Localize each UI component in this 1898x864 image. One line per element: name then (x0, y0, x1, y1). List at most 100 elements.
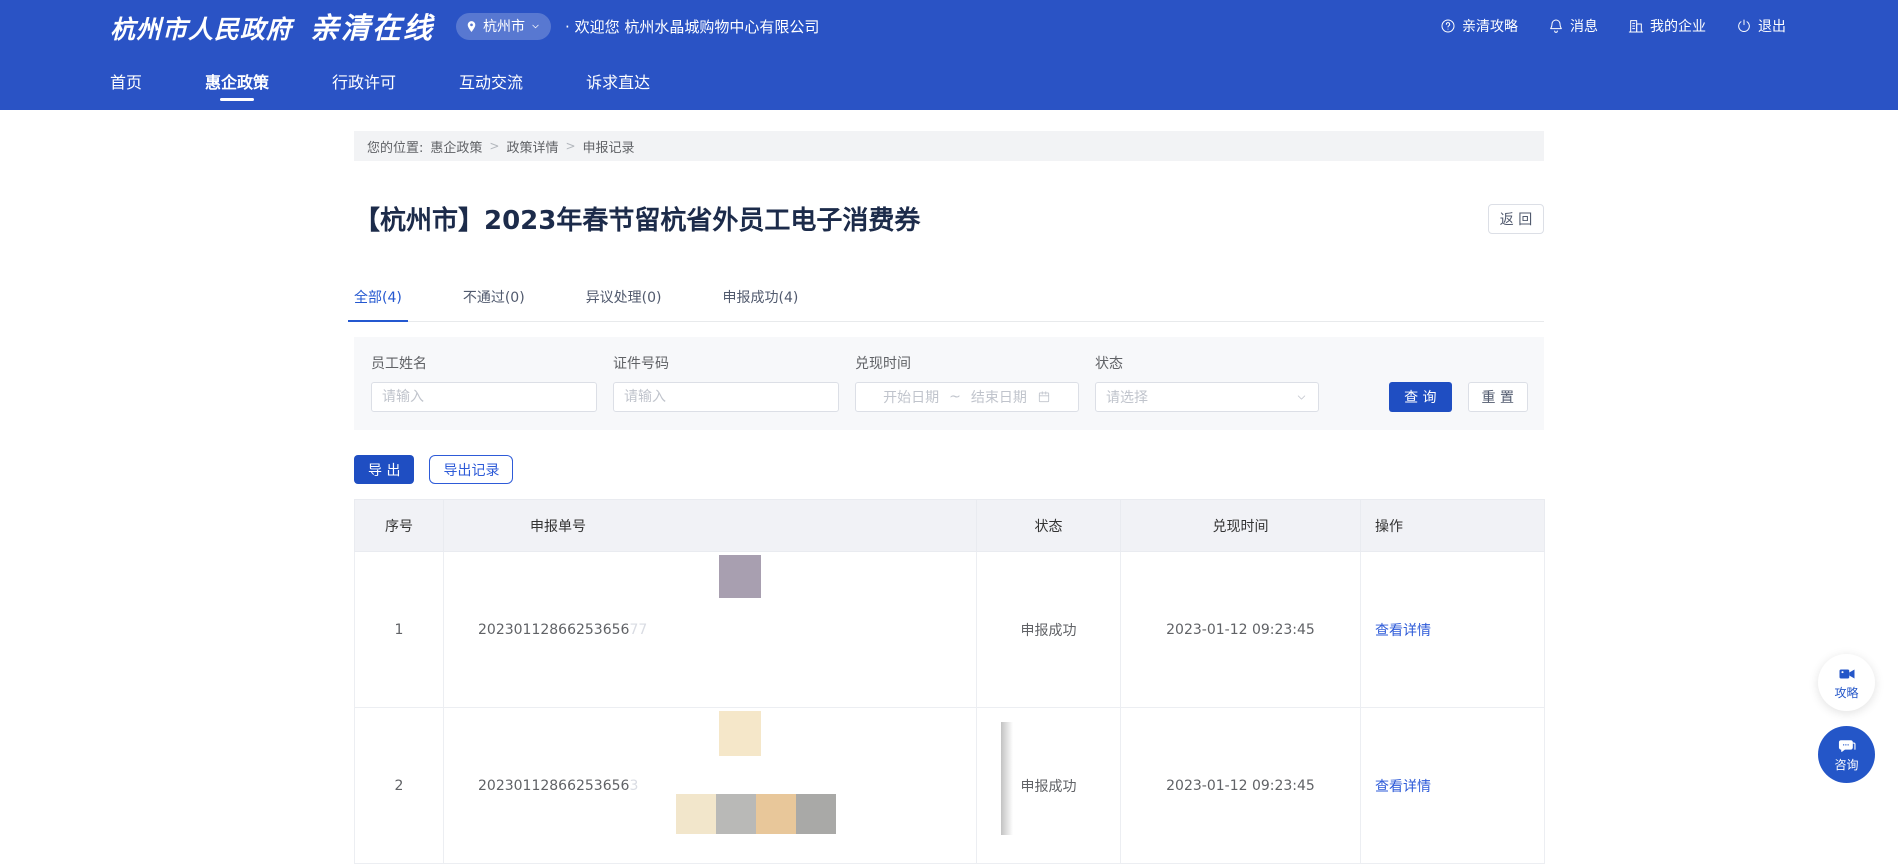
breadcrumb-item-policy-detail[interactable]: 政策详情 (506, 137, 558, 156)
start-date-placeholder[interactable]: 开始日期 (883, 387, 939, 407)
row-index: 2 (355, 708, 444, 864)
title-row: 【杭州市】2023年春节留杭省外员工电子消费券 返 回 (354, 200, 1544, 237)
status-select[interactable]: 请选择 (1095, 382, 1319, 412)
row-operation: 查看详情 (1361, 708, 1545, 864)
breadcrumb-separator: > (565, 139, 575, 153)
redaction-block (756, 794, 796, 834)
header-menu: 亲清攻略 消息 我的企业 退出 (1440, 16, 1786, 36)
video-camera-icon (1838, 665, 1856, 683)
row-operation: 查看详情 (1361, 552, 1545, 708)
building-icon (1628, 18, 1644, 34)
site-logo[interactable]: 杭州市人民政府 亲清在线 (110, 5, 434, 47)
main-content: 您的位置: 惠企政策 > 政策详情 > 申报记录 【杭州市】2023年春节留杭省… (354, 131, 1544, 864)
column-header-redeem-time: 兑现时间 (1121, 500, 1361, 552)
search-button[interactable]: 查 询 (1389, 382, 1451, 412)
export-button[interactable]: 导 出 (354, 455, 414, 484)
column-header-order-no: 申报单号 (444, 500, 977, 552)
location-label: 杭州市 (483, 16, 525, 36)
end-date-placeholder[interactable]: 结束日期 (971, 387, 1027, 407)
main-nav: 首页 惠企政策 行政许可 互动交流 诉求直达 (0, 52, 1898, 110)
floating-guide-button[interactable]: 攻略 (1818, 654, 1875, 711)
chevron-down-icon (1295, 391, 1308, 404)
row-status: 申报成功 (977, 708, 1121, 864)
nav-item-appeal[interactable]: 诉求直达 (586, 52, 650, 110)
menu-item-messages[interactable]: 消息 (1548, 16, 1598, 36)
chevron-down-icon (530, 21, 541, 32)
location-pin-icon (465, 20, 478, 33)
menu-item-guide[interactable]: 亲清攻略 (1440, 16, 1518, 36)
row-redeem-time: 2023-01-12 09:23:45 (1121, 552, 1361, 708)
location-selector[interactable]: 杭州市 (456, 13, 551, 40)
tab-dispute[interactable]: 异议处理(0) (586, 287, 662, 321)
breadcrumb-separator: > (489, 139, 499, 153)
tab-rejected[interactable]: 不通过(0) (463, 287, 525, 321)
redaction-block (796, 794, 836, 834)
page-title: 【杭州市】2023年春节留杭省外员工电子消费券 (354, 200, 920, 237)
field-id-number: 证件号码 (613, 353, 839, 412)
field-label: 员工姓名 (371, 353, 597, 373)
employee-name-input[interactable] (371, 382, 597, 412)
welcome-text: · 欢迎您 杭州水晶城购物中心有限公司 (565, 16, 819, 37)
menu-item-my-company[interactable]: 我的企业 (1628, 16, 1706, 36)
view-detail-link[interactable]: 查看详情 (1375, 779, 1431, 795)
menu-item-logout[interactable]: 退出 (1736, 16, 1786, 36)
tab-success[interactable]: 申报成功(4) (723, 287, 799, 321)
redaction-block (719, 555, 761, 598)
records-table: 序号 申报单号 状态 兑现时间 操作 1 2023011286625365677… (354, 499, 1545, 864)
id-number-input[interactable] (613, 382, 839, 412)
daterange-separator: ~ (949, 389, 961, 405)
order-no-faded-text: 3 (629, 778, 638, 794)
menu-item-label: 亲清攻略 (1462, 16, 1518, 36)
site-header: 杭州市人民政府 亲清在线 杭州市 · 欢迎您 杭州水晶城购物中心有限公司 亲清攻… (0, 0, 1898, 110)
redaction-block (719, 711, 761, 756)
redaction-smudge (1001, 722, 1013, 835)
floating-consult-button[interactable]: 咨询 (1818, 726, 1875, 783)
row-index: 1 (355, 552, 444, 708)
field-employee-name: 员工姓名 (371, 353, 597, 412)
calendar-icon (1037, 390, 1051, 404)
row-order-no: 202301128662536563 (444, 708, 977, 864)
floating-button-label: 咨询 (1834, 756, 1858, 773)
view-detail-link[interactable]: 查看详情 (1375, 623, 1431, 639)
table-row: 2 202301128662536563 申报成功 2023-01-12 09:… (355, 708, 1545, 864)
menu-item-label: 我的企业 (1650, 16, 1706, 36)
order-no-text: 20230112866253656 (478, 778, 629, 794)
redeem-time-daterange[interactable]: 开始日期 ~ 结束日期 (855, 382, 1079, 412)
row-status: 申报成功 (977, 552, 1121, 708)
nav-item-admin-license[interactable]: 行政许可 (332, 52, 396, 110)
power-icon (1736, 18, 1752, 34)
column-header-status: 状态 (977, 500, 1121, 552)
export-records-button[interactable]: 导出记录 (429, 455, 513, 484)
logo-brand-text: 亲清在线 (310, 5, 434, 47)
question-circle-icon (1440, 18, 1456, 34)
row-order-no: 2023011286625365677 (444, 552, 977, 708)
filter-buttons: 查 询 重 置 (1389, 382, 1528, 412)
breadcrumb-item-current: 申报记录 (583, 137, 635, 156)
menu-item-label: 退出 (1758, 16, 1786, 36)
column-header-operation: 操作 (1361, 500, 1545, 552)
logo-government-text: 杭州市人民政府 (110, 10, 292, 46)
tab-all[interactable]: 全部(4) (354, 287, 402, 321)
order-no-text: 20230112866253656 (478, 622, 629, 638)
field-label: 证件号码 (613, 353, 839, 373)
breadcrumb-item-policy[interactable]: 惠企政策 (430, 137, 482, 156)
table-row: 1 2023011286625365677 申报成功 2023-01-12 09… (355, 552, 1545, 708)
field-redeem-time: 兑现时间 开始日期 ~ 结束日期 (855, 353, 1079, 412)
nav-item-home[interactable]: 首页 (110, 52, 142, 110)
floating-button-label: 攻略 (1834, 684, 1858, 701)
filter-panel: 员工姓名 证件号码 兑现时间 开始日期 ~ 结束日期 状态 请选择 (354, 337, 1544, 430)
back-button[interactable]: 返 回 (1488, 204, 1544, 234)
chat-bubble-icon (1838, 737, 1856, 755)
breadcrumb: 您的位置: 惠企政策 > 政策详情 > 申报记录 (354, 131, 1544, 161)
redaction-block (716, 794, 756, 834)
menu-item-label: 消息 (1570, 16, 1598, 36)
nav-item-enterprise-policy[interactable]: 惠企政策 (205, 52, 269, 110)
redaction-block (676, 794, 716, 834)
status-text: 申报成功 (1021, 779, 1077, 795)
export-actions: 导 出 导出记录 (354, 455, 1544, 484)
nav-item-interaction[interactable]: 互动交流 (459, 52, 523, 110)
field-label: 兑现时间 (855, 353, 1079, 373)
breadcrumb-prefix: 您的位置: (367, 137, 423, 156)
reset-button[interactable]: 重 置 (1468, 382, 1528, 412)
order-no-faded-text: 77 (629, 622, 647, 638)
